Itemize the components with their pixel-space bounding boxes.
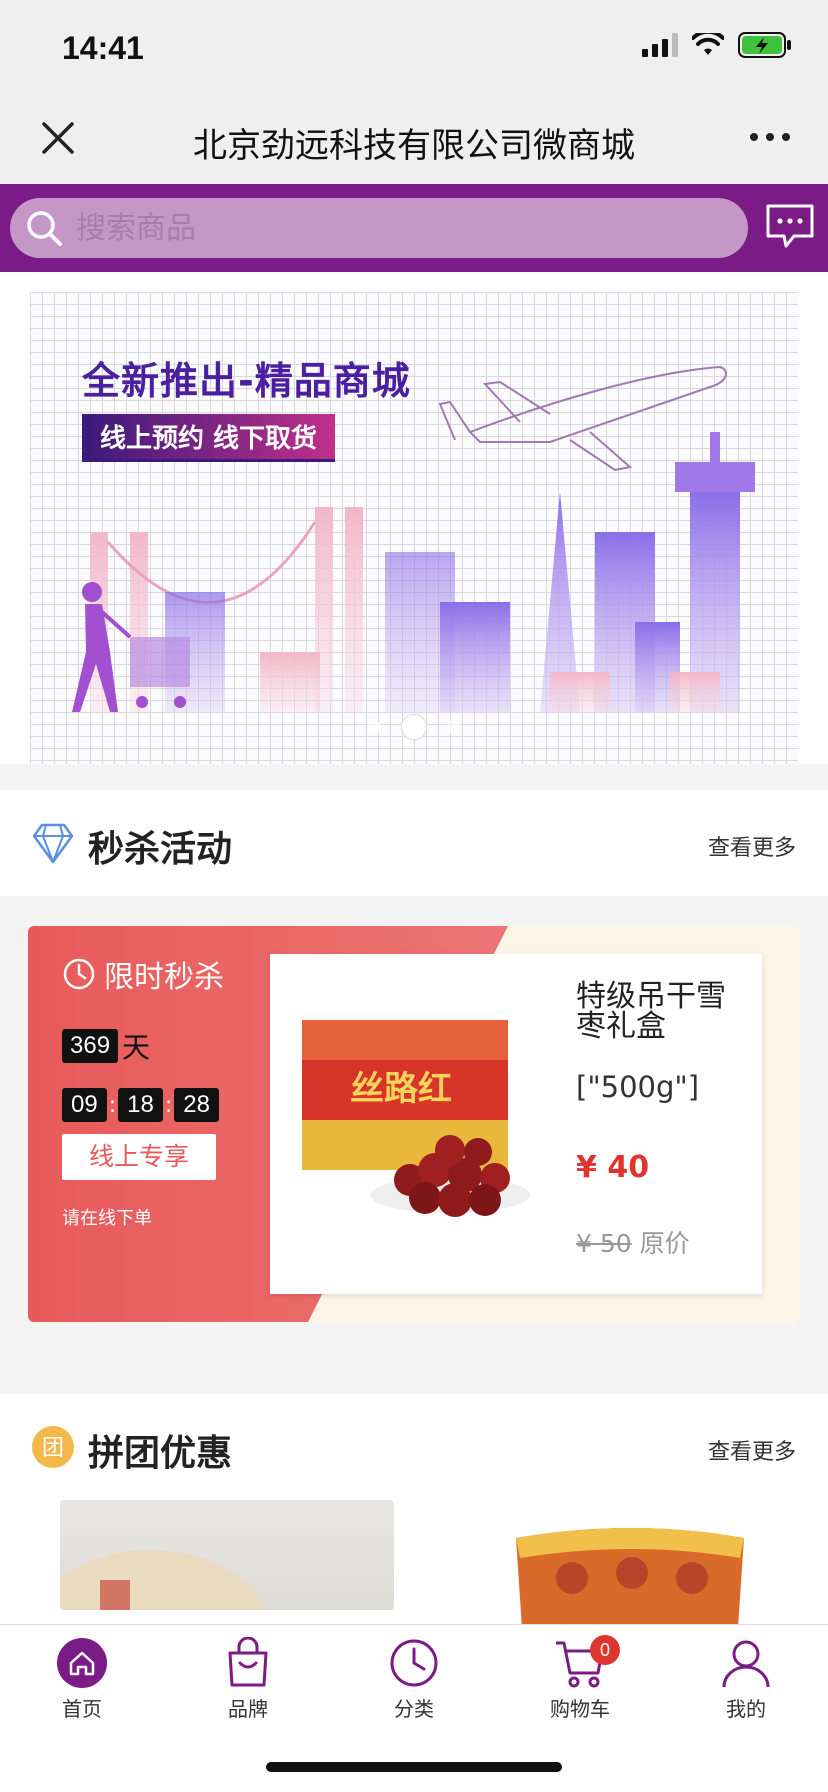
original-price-value: ¥ 50 [576, 1229, 632, 1258]
group-buy-items [0, 1500, 828, 1624]
message-icon[interactable] [764, 202, 816, 250]
status-time: 14:41 [62, 30, 144, 66]
search-header [0, 184, 828, 272]
flash-sale-title: 秒杀活动 [88, 829, 233, 870]
countdown-colon: : [164, 1092, 173, 1118]
product-spec: ["500g"] [576, 1070, 700, 1104]
tab-category[interactable]: 分类 [354, 1637, 474, 1737]
flash-sale-section: 秒杀活动 查看更多 [0, 790, 828, 896]
clock-icon [63, 958, 95, 990]
flash-product-card[interactable]: 丝路红 特级吊干雪枣礼盒 ["500g"] ¥ 40 ¥ 50 原价 [270, 954, 762, 1294]
wifi-icon [692, 33, 724, 55]
page-title: 北京劲远科技有限公司微商城 [193, 126, 635, 166]
flash-sale-label-text: 限时秒杀 [104, 960, 224, 995]
cart-badge: 0 [590, 1635, 620, 1665]
flash-sale-header: 秒杀活动 查看更多 [0, 790, 828, 896]
group-buy-section: 团 拼团优惠 查看更多 [0, 1394, 828, 1624]
product-image: 丝路红 [302, 1020, 530, 1217]
tab-home-label: 首页 [62, 1697, 102, 1721]
group-buy-header: 团 拼团优惠 查看更多 [0, 1394, 828, 1500]
search-icon [27, 211, 62, 246]
product-name: 特级吊干雪枣礼盒 [576, 979, 726, 1044]
tab-brand[interactable]: 品牌 [188, 1637, 308, 1737]
flash-sale-note: 请在线下单 [62, 1208, 152, 1229]
countdown-hours: 09 [62, 1088, 107, 1122]
more-icon[interactable] [748, 122, 792, 152]
tab-mine-label: 我的 [726, 1697, 766, 1721]
home-icon [57, 1638, 107, 1688]
group-product-image[interactable] [512, 1518, 748, 1624]
svg-text:丝路红: 丝路红 [350, 1069, 452, 1109]
diamond-icon [32, 823, 74, 864]
airplane-illustration [438, 365, 727, 472]
banner-section: 全新推出-精品商城 线上预约 线下取货 [0, 272, 828, 764]
online-exclusive-button[interactable]: 线上专享 [62, 1134, 216, 1180]
carousel-dot[interactable] [367, 720, 381, 734]
clock-icon [390, 1639, 438, 1687]
page: 14:41 北京劲远科技有限公司微商城 搜索商品 全新推出-精品商城 线上预约 … [0, 0, 828, 1792]
nav-bar: 北京劲远科技有限公司微商城 [0, 96, 828, 184]
mooncake-image [60, 1550, 267, 1610]
search-box[interactable] [10, 198, 748, 258]
tab-cart[interactable]: 0 购物车 [520, 1635, 640, 1737]
tab-brand-label: 品牌 [228, 1697, 268, 1721]
group-icon: 团 [32, 1426, 74, 1468]
product-price: ¥ 40 [576, 1150, 650, 1185]
countdown-days: 369 天 [62, 1026, 150, 1066]
countdown-minutes: 18 [118, 1088, 163, 1122]
group-icon-char: 团 [42, 1436, 64, 1461]
carousel-dot[interactable] [447, 720, 461, 734]
group-product-image[interactable] [60, 1500, 394, 1610]
tab-mine[interactable]: 我的 [686, 1637, 806, 1737]
status-icons [642, 32, 792, 58]
tab-home[interactable]: 首页 [22, 1637, 142, 1737]
tab-cart-label: 购物车 [550, 1697, 610, 1721]
search-input[interactable] [76, 198, 716, 258]
product-original-price: ¥ 50 原价 [576, 1224, 690, 1260]
countdown-days-unit: 天 [122, 1031, 151, 1064]
countdown-seconds: 28 [174, 1088, 219, 1122]
banner-dots [30, 714, 798, 740]
banner-title: 全新推出-精品商城 [82, 359, 411, 403]
banner-carousel[interactable]: 全新推出-精品商城 线上预约 线下取货 [30, 292, 798, 764]
flash-sale-label: 限时秒杀 [62, 952, 224, 996]
home-indicator [266, 1762, 562, 1772]
status-bar: 14:41 [0, 0, 828, 96]
flash-sale-body: 限时秒杀 369 天 09 : 18 : 28 线上专享 请在线下单 丝路红 特… [0, 896, 828, 1394]
group-buy-more-link[interactable]: 查看更多 [708, 1434, 796, 1466]
user-icon [722, 1640, 770, 1688]
banner-tag: 线上预约 线下取货 [82, 414, 336, 462]
tab-category-label: 分类 [394, 1697, 434, 1721]
group-buy-title: 拼团优惠 [88, 1433, 233, 1474]
carousel-dot-active[interactable] [401, 714, 427, 740]
countdown-colon: : [108, 1092, 117, 1118]
battery-icon [738, 32, 791, 58]
flash-sale-more-link[interactable]: 查看更多 [708, 830, 796, 862]
countdown-days-value: 369 [62, 1029, 119, 1063]
flash-sale-card[interactable]: 限时秒杀 369 天 09 : 18 : 28 线上专享 请在线下单 丝路红 特… [28, 926, 800, 1322]
signal-icon [642, 33, 678, 57]
countdown-time: 09 : 18 : 28 [62, 1088, 219, 1122]
original-price-label: 原价 [639, 1229, 690, 1258]
bag-icon [228, 1637, 268, 1687]
